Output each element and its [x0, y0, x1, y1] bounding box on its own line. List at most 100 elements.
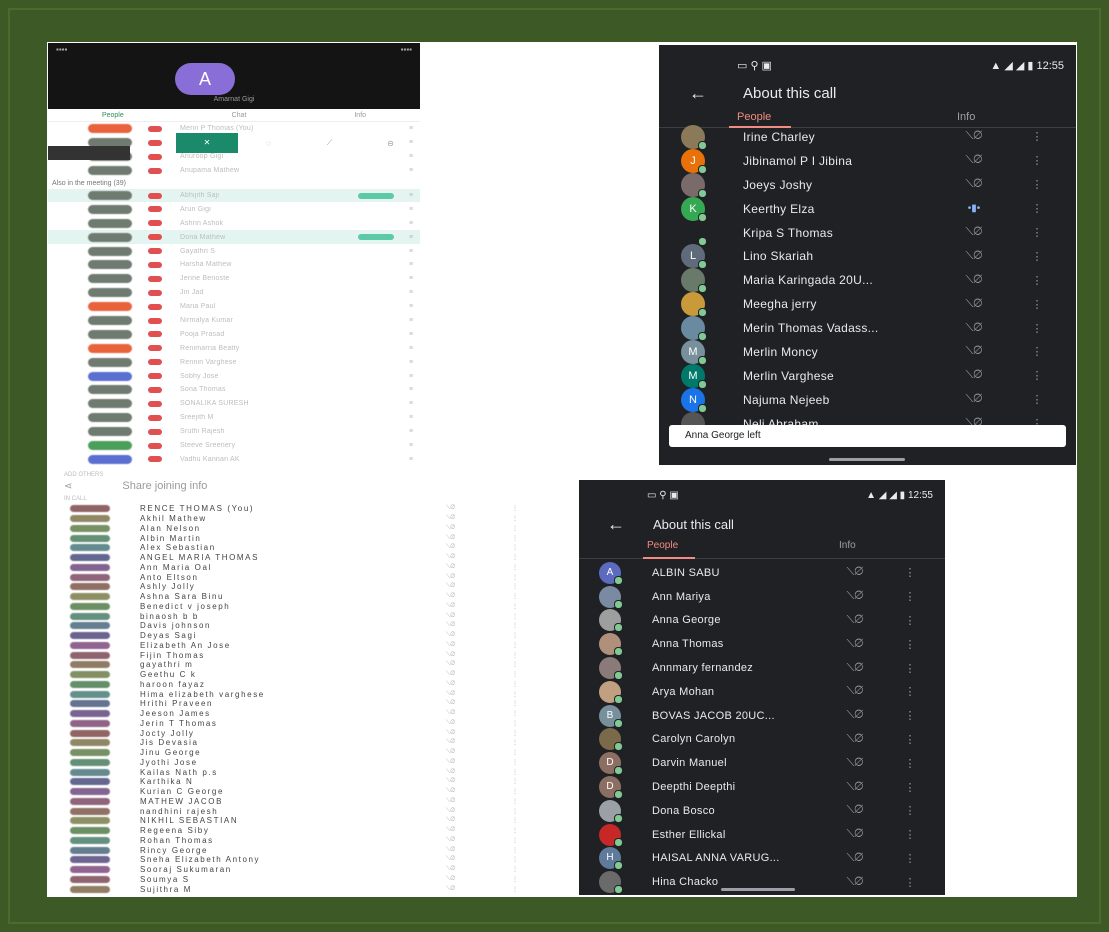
mic-off-icon[interactable]: ⟍⌀	[446, 671, 462, 678]
mic-off-icon[interactable]: ⟍⌀	[962, 393, 986, 406]
more-icon[interactable]: ≡	[402, 373, 420, 380]
list-item[interactable]: binaosh b b ⟍⌀ ⋮	[48, 611, 532, 621]
more-vert-icon[interactable]: ⋮	[512, 827, 520, 834]
mic-off-icon[interactable]: ⟍⌀	[446, 700, 462, 707]
more-vert-icon[interactable]: ⋮	[512, 574, 520, 581]
list-item[interactable]: Gayathri S ≡	[48, 244, 420, 258]
mic-off-icon[interactable]: ⟍⌀	[962, 322, 986, 335]
more-vert-icon[interactable]: ⋮	[903, 662, 917, 675]
list-item[interactable]: Ashly Jolly ⟍⌀ ⋮	[48, 582, 532, 592]
mic-off-icon[interactable]: ⟍⌀	[446, 808, 462, 815]
more-vert-icon[interactable]: ⋮	[512, 603, 520, 610]
mic-off-icon[interactable]: ⟍⌀	[843, 685, 867, 698]
list-item[interactable]: Hrithi Praveen ⟍⌀ ⋮	[48, 699, 532, 709]
list-item[interactable]: Regeena Siby ⟍⌀ ⋮	[48, 826, 532, 836]
more-icon[interactable]: ≡	[402, 303, 420, 310]
list-item[interactable]: Anupama Mathew ≡	[48, 164, 420, 178]
list-item[interactable]: Sneha Elizabeth Antony ⟍⌀ ⋮	[48, 855, 532, 865]
mic-off-icon[interactable]: ⟍⌀	[446, 691, 462, 698]
more-vert-icon[interactable]: ⋮	[903, 733, 917, 746]
mic-off-icon[interactable]: ⟍⌀	[962, 154, 986, 167]
more-vert-icon[interactable]: ⋮	[512, 691, 520, 698]
participant-row[interactable]: Meegha jerry ⟍⌀ ⋮	[659, 292, 1076, 318]
pin-icon[interactable]: ⟋	[299, 138, 360, 148]
mic-off-icon[interactable]: ⟍⌀	[446, 622, 462, 629]
more-icon[interactable]: ≡	[402, 220, 420, 227]
mic-off-icon[interactable]: ⟍⌀	[446, 515, 462, 522]
more-vert-icon[interactable]: ⋮	[512, 622, 520, 629]
more-vert-icon[interactable]: ⋮	[903, 757, 917, 770]
participant-row[interactable]: Maria Karingada 20U... ⟍⌀ ⋮	[659, 268, 1076, 294]
more-vert-icon[interactable]: ⋮	[512, 554, 520, 561]
more-vert-icon[interactable]: ⋮	[903, 614, 917, 627]
more-vert-icon[interactable]: ⋮	[903, 852, 917, 865]
more-vert-icon[interactable]: ⋮	[512, 652, 520, 659]
mic-off-icon[interactable]: ⟍⌀	[843, 757, 867, 770]
more-vert-icon[interactable]: ⋮	[512, 593, 520, 600]
more-vert-icon[interactable]: ⋮	[512, 505, 520, 512]
mic-off-icon[interactable]: ⟍⌀	[843, 709, 867, 722]
more-vert-icon[interactable]: ⋮	[512, 837, 520, 844]
list-item[interactable]: gayathri m ⟍⌀ ⋮	[48, 660, 532, 670]
participant-row[interactable]: Anna Thomas ⟍⌀ ⋮	[579, 632, 945, 657]
more-vert-icon[interactable]: ⋮	[512, 808, 520, 815]
more-vert-icon[interactable]: ⋮	[512, 866, 520, 873]
list-item[interactable]: Jerine Benoste ≡	[48, 272, 420, 286]
list-item[interactable]: Jin Jad ≡	[48, 286, 420, 300]
more-vert-icon[interactable]: ⋮	[903, 566, 917, 579]
mic-off-icon[interactable]: ⟍⌀	[843, 614, 867, 627]
more-vert-icon[interactable]: ⋮	[512, 730, 520, 737]
list-item[interactable]: Davis johnson ⟍⌀ ⋮	[48, 621, 532, 631]
more-vert-icon[interactable]: ⋮	[512, 876, 520, 883]
mic-off-icon[interactable]: ⟍⌀	[446, 613, 462, 620]
list-item[interactable]: Ann Maria Oal ⟍⌀ ⋮	[48, 563, 532, 573]
more-icon[interactable]: ≡	[402, 400, 420, 407]
mic-off-icon[interactable]: ⟍⌀	[843, 662, 867, 675]
participant-row[interactable]: Merin Thomas Vadass... ⟍⌀ ⋮	[659, 316, 1076, 342]
mic-off-icon[interactable]: ⟍⌀	[843, 638, 867, 651]
participant-row[interactable]: Dona Bosco ⟍⌀ ⋮	[579, 799, 945, 823]
list-item[interactable]: Dona Mathew ≡	[48, 230, 420, 245]
list-item[interactable]: Rennin Varghese ≡	[48, 355, 420, 369]
more-vert-icon[interactable]: ⋮	[512, 798, 520, 805]
more-vert-icon[interactable]: ⋮	[512, 544, 520, 551]
list-item[interactable]: Rincy George ⟍⌀ ⋮	[48, 845, 532, 855]
participant-row[interactable]: Joeys Joshy ⟍⌀ ⋮	[659, 172, 1076, 198]
mic-off-icon[interactable]: ⟍⌀	[446, 710, 462, 717]
list-item[interactable]: RENCE THOMAS (You) ⟍⌀ ⋮	[48, 504, 532, 514]
more-icon[interactable]: ≡	[402, 345, 420, 352]
more-vert-icon[interactable]: ⋮	[903, 638, 917, 651]
list-item[interactable]: Sujithra M ⟍⌀ ⋮	[48, 884, 532, 894]
list-item[interactable]: Anto Eltson ⟍⌀ ⋮	[48, 572, 532, 582]
mic-off-icon[interactable]: ⟍⌀	[446, 769, 462, 776]
more-icon[interactable]: ≡	[402, 289, 420, 296]
more-vert-icon[interactable]: ⋮	[512, 759, 520, 766]
more-icon[interactable]: ≡	[402, 261, 420, 268]
mic-off-icon[interactable]: ⟍⌀	[446, 642, 462, 649]
more-vert-icon[interactable]: ⋮	[1030, 154, 1044, 167]
list-item[interactable]: Renimarria Beatty ≡	[48, 341, 420, 355]
more-vert-icon[interactable]: ⋮	[1030, 369, 1044, 382]
list-item[interactable]: Ashna Sara Binu ⟍⌀ ⋮	[48, 592, 532, 602]
mic-off-icon[interactable]: ⟍⌀	[446, 827, 462, 834]
mic-off-icon[interactable]: ⟍⌀	[446, 554, 462, 561]
tab-people[interactable]: People	[737, 111, 771, 123]
more-vert-icon[interactable]: ⋮	[512, 778, 520, 785]
more-vert-icon[interactable]: ⋮	[512, 700, 520, 707]
more-icon[interactable]: ≡	[402, 206, 420, 213]
list-item[interactable]: Steeve Sreenery ≡	[48, 439, 420, 453]
more-vert-icon[interactable]: ⋮	[512, 769, 520, 776]
more-vert-icon[interactable]: ⋮	[512, 739, 520, 746]
more-vert-icon[interactable]: ⋮	[1030, 393, 1044, 406]
more-vert-icon[interactable]: ⋮	[512, 886, 520, 893]
mic-off-icon[interactable]: ⟍⌀	[962, 298, 986, 311]
tab-people[interactable]: People	[647, 540, 678, 551]
participant-row[interactable]: H HAISAL ANNA VARUG... ⟍⌀ ⋮	[579, 847, 945, 871]
mic-icon[interactable]: ◌	[238, 139, 299, 148]
mic-off-icon[interactable]: ⟍⌀	[843, 876, 867, 889]
list-item[interactable]: Pooja Prasad ≡	[48, 327, 420, 341]
list-item[interactable]: Maria Paul ≡	[48, 300, 420, 314]
participant-row[interactable]: Kripa S Thomas ⟍⌀ ⋮	[659, 220, 1076, 246]
mic-off-icon[interactable]: ⟍⌀	[962, 369, 986, 382]
mic-off-icon[interactable]: ⟍⌀	[843, 733, 867, 746]
